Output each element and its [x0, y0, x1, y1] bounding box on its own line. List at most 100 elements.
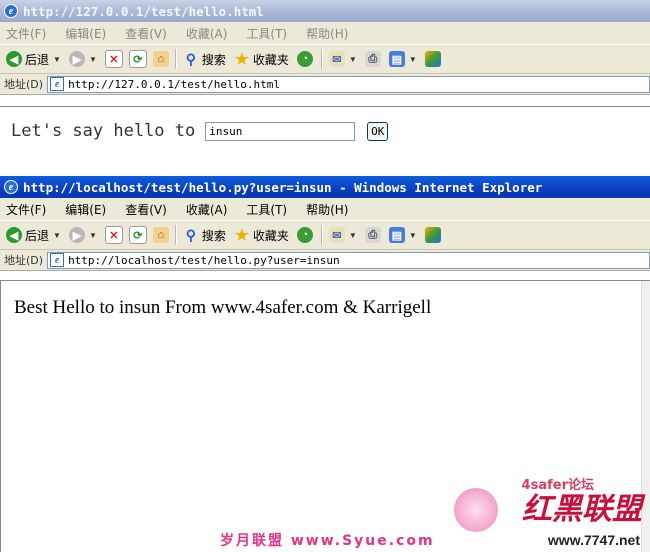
address-label: 地址(D) [4, 78, 44, 91]
favorites-label: 收藏夹 [252, 228, 289, 243]
menu-help[interactable]: 帮助(H) [306, 201, 348, 218]
watermark-bottom: 岁月联盟 www.Syue.com [220, 533, 435, 549]
menu-favorites[interactable]: 收藏(A) [186, 201, 228, 218]
messenger-icon[interactable] [424, 227, 441, 243]
forward-arrow-icon: ▶ [68, 51, 85, 67]
menu-edit[interactable]: 编辑(E) [65, 25, 106, 42]
address-text: http://127.0.0.1/test/hello.html [68, 77, 280, 91]
stop-icon[interactable]: ✕ [104, 226, 123, 244]
refresh-icon[interactable]: ⟳ [128, 50, 147, 68]
menu-view[interactable]: 查看(V) [125, 201, 167, 218]
watermark-logo: 4safer论坛 红黑联盟 www.7747.net [452, 478, 642, 548]
chevron-down-icon[interactable]: ▼ [53, 55, 61, 64]
home-icon[interactable]: ⌂ [152, 227, 169, 243]
ok-button[interactable]: OK [367, 121, 389, 141]
menu-bar: 文件(F) 编辑(E) 查看(V) 收藏(A) 工具(T) 帮助(H) [0, 22, 650, 44]
chevron-down-icon[interactable]: ▼ [409, 231, 417, 240]
menu-file[interactable]: 文件(F) [6, 201, 46, 218]
home-icon[interactable]: ⌂ [152, 51, 169, 67]
toolbar-separator [174, 225, 177, 245]
menu-favorites[interactable]: 收藏(A) [186, 25, 228, 42]
chevron-down-icon[interactable]: ▼ [349, 231, 357, 240]
address-bar: 地址(D) e http://localhost/test/hello.py?u… [0, 250, 650, 271]
chevron-down-icon[interactable]: ▼ [53, 231, 61, 240]
refresh-icon[interactable]: ⟳ [128, 226, 147, 244]
scrollbar[interactable] [641, 281, 650, 552]
toolbar-separator [320, 49, 323, 69]
forward-button[interactable]: ▶ ▼ [68, 227, 97, 243]
menu-tools[interactable]: 工具(T) [246, 25, 287, 42]
mail-button[interactable]: ✉ ▼ [328, 51, 357, 67]
ie-icon: e [4, 4, 18, 18]
menu-edit[interactable]: 编辑(E) [65, 201, 106, 218]
window-title: http://localhost/test/hello.py?user=insu… [23, 179, 543, 195]
search-icon: ⚲ [185, 50, 196, 67]
chevron-down-icon[interactable]: ▼ [89, 55, 97, 64]
star-icon: ★ [235, 51, 249, 68]
print-icon[interactable]: ⎙ [364, 51, 381, 67]
search-button[interactable]: ⚲ 搜索 [183, 227, 226, 244]
back-button[interactable]: ◀ 后退 ▼ [6, 227, 61, 244]
window-hello-py: e http://localhost/test/hello.py?user=in… [0, 176, 650, 271]
back-button[interactable]: ◀ 后退 ▼ [6, 51, 61, 68]
toolbar-separator [174, 49, 177, 69]
favorites-button[interactable]: ★ 收藏夹 [234, 227, 289, 244]
window-title: http://127.0.0.1/test/hello.html [23, 3, 264, 19]
forward-button[interactable]: ▶ ▼ [68, 51, 97, 67]
chevron-down-icon[interactable]: ▼ [349, 55, 357, 64]
chevron-down-icon[interactable]: ▼ [409, 55, 417, 64]
address-input[interactable]: e http://localhost/test/hello.py?user=in… [47, 251, 650, 269]
title-bar[interactable]: e http://127.0.0.1/test/hello.html [0, 0, 650, 22]
star-icon: ★ [235, 227, 249, 244]
forward-arrow-icon: ▶ [68, 227, 85, 243]
edit-button[interactable]: ▤ ▼ [388, 51, 417, 67]
address-input[interactable]: e http://127.0.0.1/test/hello.html [47, 75, 650, 93]
messenger-icon[interactable] [424, 51, 441, 67]
toolbar-separator [320, 225, 323, 245]
music-note-icon [454, 488, 498, 532]
edit-button[interactable]: ▤ ▼ [388, 227, 417, 243]
page-content-hello-html: Let's say hello to OK [0, 106, 650, 177]
edit-icon: ▤ [388, 227, 405, 243]
mail-icon: ✉ [328, 227, 345, 243]
address-text: http://localhost/test/hello.py?user=insu… [68, 253, 340, 267]
address-bar: 地址(D) e http://127.0.0.1/test/hello.html [0, 74, 650, 95]
stop-icon[interactable]: ✕ [104, 50, 123, 68]
mail-icon: ✉ [328, 51, 345, 67]
menu-tools[interactable]: 工具(T) [246, 201, 287, 218]
search-label: 搜索 [201, 52, 226, 67]
menu-help[interactable]: 帮助(H) [306, 25, 348, 42]
page-icon: e [50, 253, 65, 267]
back-label: 后退 [25, 52, 50, 67]
menu-view[interactable]: 查看(V) [125, 25, 167, 42]
title-bar[interactable]: e http://localhost/test/hello.py?user=in… [0, 176, 650, 198]
edit-icon: ▤ [388, 51, 405, 67]
search-icon: ⚲ [185, 226, 196, 243]
favorites-label: 收藏夹 [252, 52, 289, 67]
result-text: Best Hello to insun From www.4safer.com … [14, 297, 432, 318]
menu-file[interactable]: 文件(F) [6, 25, 46, 42]
hello-form: Let's say hello to OK [11, 121, 389, 141]
mail-button[interactable]: ✉ ▼ [328, 227, 357, 243]
toolbar: ◀ 后退 ▼ ▶ ▼ ✕ ⟳ ⌂ ⚲ 搜索 ★ 收藏夹 ◔ ✉ ▼ ⎙ ▤ ▼ [0, 44, 650, 74]
search-button[interactable]: ⚲ 搜索 [183, 51, 226, 68]
watermark-logo-text: 红黑联盟 [522, 492, 642, 527]
window-hello-html: e http://127.0.0.1/test/hello.html 文件(F)… [0, 0, 650, 95]
hello-label: Let's say hello to [11, 121, 196, 141]
back-arrow-icon: ◀ [6, 227, 22, 243]
watermark-url: www.7747.net [547, 532, 640, 548]
toolbar: ◀ 后退 ▼ ▶ ▼ ✕ ⟳ ⌂ ⚲ 搜索 ★ 收藏夹 ◔ ✉ ▼ ⎙ ▤ ▼ [0, 220, 650, 250]
address-label: 地址(D) [4, 254, 44, 267]
back-arrow-icon: ◀ [6, 51, 22, 67]
chevron-down-icon[interactable]: ▼ [89, 231, 97, 240]
favorites-button[interactable]: ★ 收藏夹 [234, 51, 289, 68]
back-label: 后退 [25, 228, 50, 243]
page-icon: e [50, 77, 65, 91]
search-label: 搜索 [201, 228, 226, 243]
menu-bar: 文件(F) 编辑(E) 查看(V) 收藏(A) 工具(T) 帮助(H) [0, 198, 650, 220]
ie-icon: e [4, 180, 18, 194]
history-icon[interactable]: ◔ [296, 51, 313, 67]
print-icon[interactable]: ⎙ [364, 227, 381, 243]
name-input[interactable] [205, 121, 356, 141]
history-icon[interactable]: ◔ [296, 227, 313, 243]
